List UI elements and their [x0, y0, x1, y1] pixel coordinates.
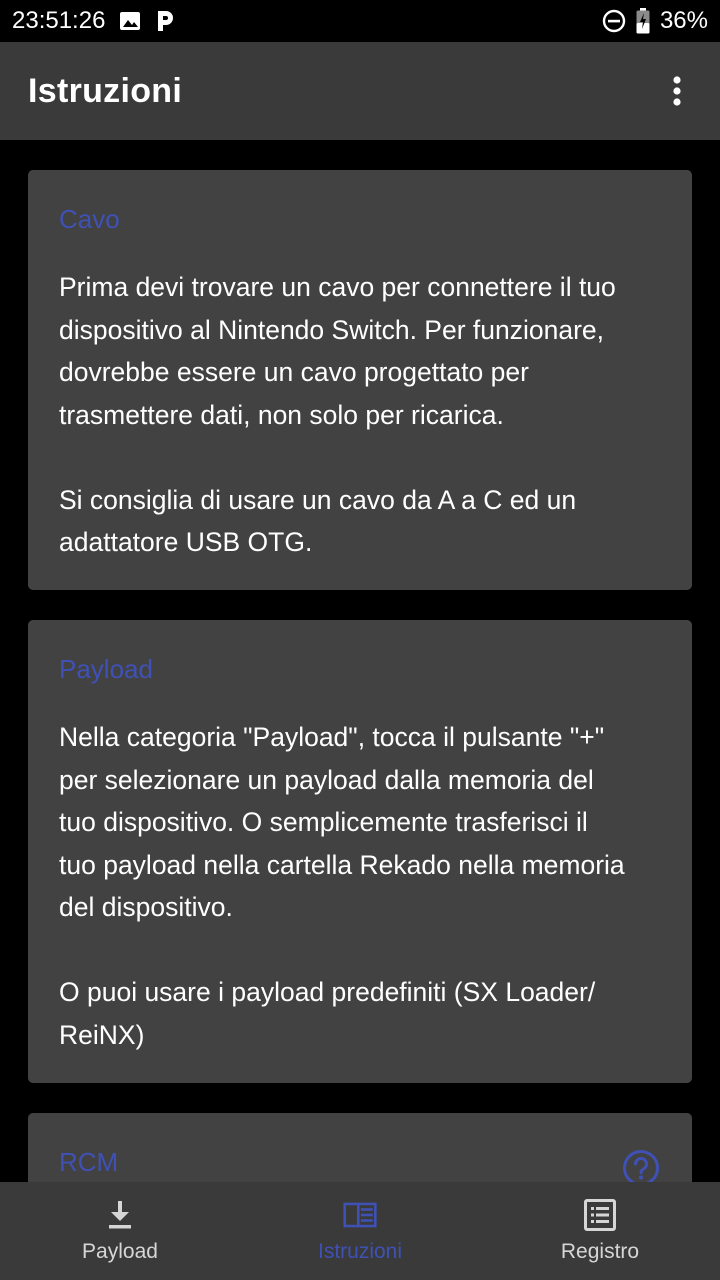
- status-bar-left: 23:51:26: [12, 7, 175, 35]
- card-cavo: Cavo Prima devi trovare un cavo per conn…: [28, 170, 692, 590]
- download-icon: [109, 1201, 131, 1229]
- status-time: 23:51:26: [12, 7, 106, 34]
- nav-item-istruzioni[interactable]: Istruzioni: [240, 1182, 480, 1280]
- help-circle-icon[interactable]: [622, 1149, 660, 1182]
- do-not-disturb-icon: [602, 9, 626, 33]
- image-icon: [120, 12, 141, 30]
- card-title: Cavo: [59, 204, 120, 234]
- card-rcm: RCM: [28, 1113, 692, 1182]
- book-icon: [343, 1202, 377, 1228]
- nav-label: Istruzioni: [317, 1240, 403, 1263]
- status-bar-right: 36%: [602, 7, 708, 35]
- card-body: Nella categoria "Payload", tocca il puls…: [59, 722, 625, 1050]
- list-icon: [584, 1199, 616, 1231]
- card-title: RCM: [59, 1147, 119, 1177]
- more-vert-icon[interactable]: [662, 71, 692, 111]
- battery-percent: 36%: [659, 7, 708, 34]
- card-payload: Payload Nella categoria "Payload", tocca…: [28, 620, 692, 1083]
- nav-label: Registro: [560, 1240, 640, 1263]
- bottom-navigation: Payload Istruzioni Registro: [0, 1182, 720, 1280]
- nav-item-payload[interactable]: Payload: [0, 1182, 240, 1280]
- nav-label: Payload: [82, 1240, 158, 1263]
- instructions-list[interactable]: Cavo Prima devi trovare un cavo per conn…: [0, 140, 720, 1182]
- card-body: Prima devi trovare un cavo per connetter…: [59, 272, 616, 557]
- page-title: Istruzioni: [28, 71, 183, 110]
- nav-item-registro[interactable]: Registro: [480, 1182, 720, 1280]
- battery-charging-icon: [636, 8, 650, 34]
- p-notification-icon: [158, 11, 174, 31]
- card-title: Payload: [59, 654, 153, 684]
- status-bar: 23:51:26 36%: [0, 0, 720, 42]
- app-bar: Istruzioni: [0, 42, 720, 140]
